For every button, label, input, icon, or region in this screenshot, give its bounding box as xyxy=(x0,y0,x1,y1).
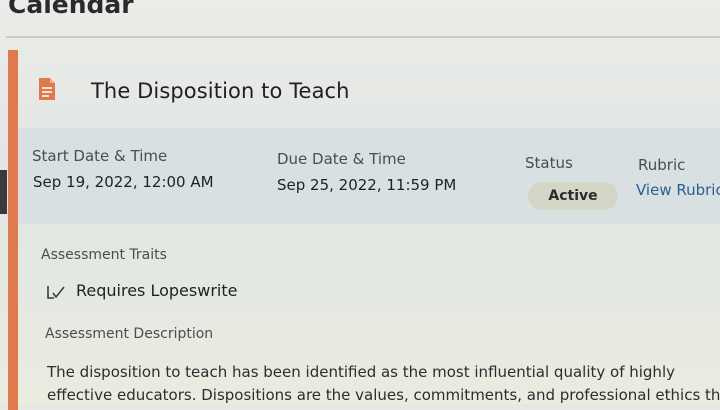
due-date-value: Sep 25, 2022, 11:59 PM xyxy=(277,176,457,194)
assessment-traits-label: Assessment Traits xyxy=(41,247,167,263)
card-accent-marker xyxy=(0,170,7,214)
start-date-value: Sep 19, 2022, 12:00 AM xyxy=(33,173,214,191)
assignment-title[interactable]: The Disposition to Teach xyxy=(91,79,350,103)
card-accent-bar xyxy=(8,50,18,410)
status-label: Status xyxy=(525,154,573,172)
description-line: effective educators. Dispositions are th… xyxy=(47,386,720,404)
trait-item: Requires Lopeswrite xyxy=(76,281,238,300)
start-date-label: Start Date & Time xyxy=(32,147,168,165)
document-icon xyxy=(38,77,56,101)
assessment-description-label: Assessment Description xyxy=(45,326,214,342)
due-date-label: Due Date & Time xyxy=(277,150,406,168)
card-border xyxy=(6,36,720,38)
checkmark-icon xyxy=(46,284,66,300)
description-line: The disposition to teach has been identi… xyxy=(47,363,675,381)
status-badge: Active xyxy=(528,182,618,210)
page-title: Calendar xyxy=(8,0,134,19)
assessment-description-text: The disposition to teach has been identi… xyxy=(47,361,720,407)
rubric-label: Rubric xyxy=(638,156,686,174)
view-rubric-link[interactable]: View Rubric xyxy=(636,181,720,199)
